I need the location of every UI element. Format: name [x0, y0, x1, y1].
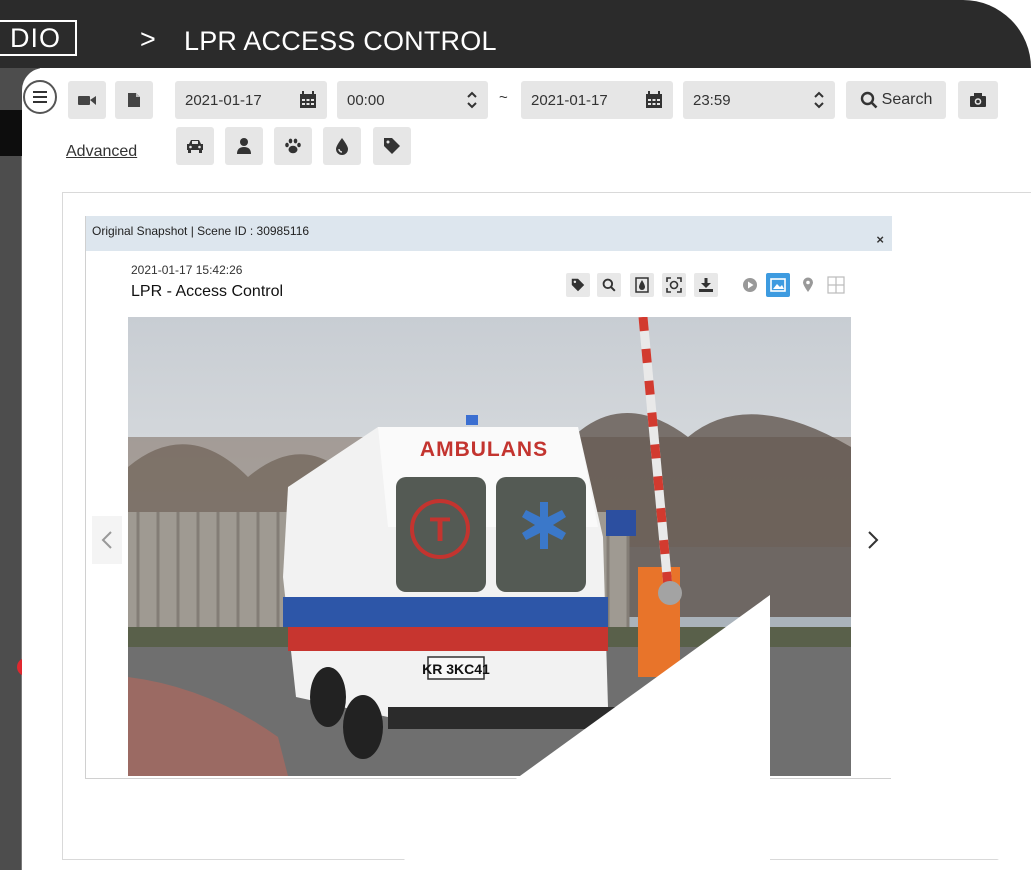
start-time-field[interactable]: 00:00 — [337, 81, 488, 119]
tag-icon — [571, 278, 585, 292]
play-tool-button[interactable] — [738, 273, 762, 297]
snapshot-header-text: Original Snapshot | Scene ID : 30985116 — [92, 224, 310, 238]
license-plate-text: KR 3KC41 — [422, 661, 490, 677]
tag-icon — [384, 138, 400, 154]
menu-toggle-button[interactable] — [23, 80, 57, 114]
face-scan-tool-button[interactable] — [662, 273, 686, 297]
filter-animal-button[interactable] — [274, 127, 312, 165]
page-title: LPR ACCESS CONTROL — [184, 26, 497, 56]
hamburger-icon — [33, 91, 47, 103]
advanced-link[interactable]: Advanced — [66, 143, 137, 161]
search-icon — [860, 91, 878, 109]
video-camera-button[interactable] — [68, 81, 106, 119]
camera-icon — [970, 93, 986, 107]
calendar-icon[interactable] — [299, 91, 317, 109]
snapshot-timestamp: 2021-01-17 15:42:26 — [131, 263, 243, 277]
play-icon — [743, 278, 757, 292]
snapshot-camera-button[interactable] — [958, 81, 998, 119]
top-bar: DIO > LPR ACCESS CONTROL — [0, 0, 1031, 68]
chevron-right-icon — [868, 531, 879, 549]
layout-tool-button[interactable] — [824, 273, 848, 297]
person-icon — [237, 138, 251, 154]
filter-color-button[interactable] — [323, 127, 361, 165]
previous-image-button[interactable] — [92, 516, 122, 564]
color-icon — [635, 277, 649, 293]
zoom-tool-button[interactable] — [597, 273, 621, 297]
car-icon — [187, 140, 203, 153]
snapshot-image[interactable]: T AMBULANS KR 3KC41 — [128, 317, 851, 776]
end-date-field[interactable]: 2021-01-17 — [521, 81, 673, 119]
download-tool-button[interactable] — [694, 273, 718, 297]
filter-vehicle-button[interactable] — [176, 127, 214, 165]
search-icon — [602, 278, 616, 292]
ambulance-scene-image: T AMBULANS KR 3KC41 — [128, 317, 851, 776]
paw-icon — [285, 138, 301, 154]
document-icon — [128, 93, 140, 107]
face-scan-icon — [666, 277, 682, 293]
image-icon — [770, 278, 786, 292]
color-tool-button[interactable] — [630, 273, 654, 297]
tag-tool-button[interactable] — [566, 273, 590, 297]
snapshot-header: Original Snapshot | Scene ID : 30985116 … — [86, 216, 892, 251]
video-camera-icon — [78, 96, 96, 105]
image-tool-button[interactable] — [766, 273, 790, 297]
layout-icon — [827, 276, 845, 294]
search-button[interactable]: Search — [846, 81, 946, 119]
spinner-icon[interactable] — [813, 90, 825, 110]
location-tool-button[interactable] — [796, 273, 820, 297]
filter-person-button[interactable] — [225, 127, 263, 165]
chevron-left-icon — [101, 531, 112, 549]
range-separator: ~ — [499, 89, 508, 106]
color-drop-icon — [336, 138, 348, 155]
end-time-field[interactable]: 23:59 — [683, 81, 835, 119]
start-date-field[interactable]: 2021-01-17 — [175, 81, 327, 119]
close-icon[interactable]: × — [876, 225, 884, 255]
brand-logo: DIO — [0, 20, 78, 56]
breadcrumb-separator: > — [140, 24, 156, 54]
location-icon — [803, 277, 813, 292]
spinner-icon[interactable] — [466, 90, 478, 110]
download-icon — [699, 278, 713, 292]
snapshot-label: LPR - Access Control — [131, 283, 284, 300]
ambulance-text: AMBULANS — [420, 438, 548, 461]
svg-text:T: T — [430, 511, 451, 549]
calendar-icon[interactable] — [645, 91, 663, 109]
filter-tag-button[interactable] — [373, 127, 411, 165]
search-button-label: Search — [881, 91, 933, 108]
document-button[interactable] — [115, 81, 153, 119]
next-image-button[interactable] — [858, 516, 888, 564]
